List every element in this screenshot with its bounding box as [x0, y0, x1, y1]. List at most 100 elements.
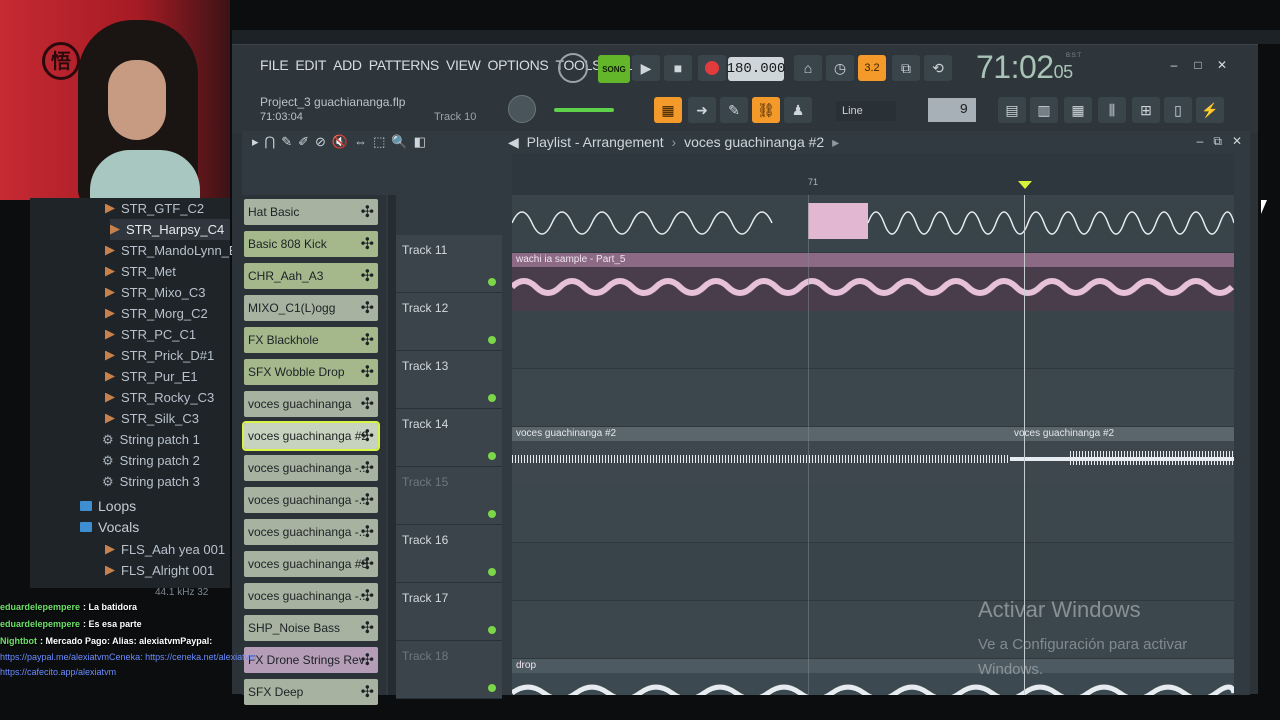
hint-button[interactable]: ♟	[784, 97, 812, 123]
browser-item[interactable]: ⚙ String patch 1	[102, 429, 200, 450]
track-header[interactable]: Track 13	[396, 351, 502, 409]
move-icon[interactable]: ✣	[361, 650, 374, 670]
track-header[interactable]: Track 15	[396, 467, 502, 525]
pattern-item[interactable]: CHR_Aah_A3 ✣	[244, 263, 378, 289]
playlist-minimize-button[interactable]: –	[1197, 134, 1204, 149]
browser-button[interactable]: ⊞	[1132, 97, 1160, 123]
pattern-item[interactable]: Hat Basic ✣	[244, 199, 378, 225]
playlist-maximize-button[interactable]: ⧉	[1213, 134, 1222, 149]
menu-edit[interactable]: EDIT	[295, 57, 326, 73]
magnet-icon[interactable]: ⋂	[265, 134, 276, 150]
move-icon[interactable]: ✣	[361, 554, 374, 574]
track-enable-icon[interactable]	[488, 510, 496, 518]
move-icon[interactable]: ✣	[361, 426, 374, 446]
browser-item[interactable]: ⚙ String patch 2	[102, 450, 200, 471]
browser-item[interactable]: STR_Rocky_C3	[105, 387, 214, 408]
step-edit-button[interactable]: ⧉	[892, 55, 920, 81]
master-volume-slider[interactable]	[554, 108, 614, 112]
clip-voces-2[interactable]: voces guachinanga #2	[1010, 427, 1234, 485]
pattern-song-knob-icon[interactable]	[558, 53, 588, 83]
chat-link[interactable]: https://paypal.me/alexiatvmCeneka: https…	[0, 649, 340, 664]
move-icon[interactable]: ✣	[361, 490, 374, 510]
menu-options[interactable]: OPTIONS	[488, 57, 549, 73]
track-enable-icon[interactable]	[488, 336, 496, 344]
pattern-item[interactable]: MIXO_C1(L)ogg ✣	[244, 295, 378, 321]
clip-voces-1[interactable]: voces guachinanga #2	[512, 427, 1010, 485]
browser-item[interactable]: STR_Met	[105, 261, 176, 282]
move-icon[interactable]: ✣	[361, 522, 374, 542]
browser-item[interactable]: Vocals	[80, 516, 139, 537]
slip-icon[interactable]: ⇔	[354, 134, 367, 150]
song-mode-button[interactable]: SONG	[598, 55, 630, 83]
move-icon[interactable]: ✣	[361, 234, 374, 254]
browser-item[interactable]: STR_Silk_C3	[105, 408, 199, 429]
pattern-item[interactable]: voces guachinanga #2 ✣	[242, 421, 380, 451]
playback-icon[interactable]: ◧	[414, 134, 426, 150]
browser-item[interactable]: STR_GTF_C2	[105, 198, 204, 219]
chat-link[interactable]: https://cafecito.app/alexiatvm	[0, 664, 340, 679]
track-header[interactable]: Track 14	[396, 409, 502, 467]
mixer-button[interactable]: ⫼	[1098, 97, 1126, 123]
track-header[interactable]: Track 12	[396, 293, 502, 351]
pattern-item[interactable]: FX Blackhole ✣	[244, 327, 378, 353]
browser-item[interactable]: STR_Pur_E1	[105, 366, 198, 387]
track-header[interactable]: Track 11	[396, 235, 502, 293]
typing-keyboard-button[interactable]: ▦	[654, 97, 682, 123]
move-icon[interactable]: ✣	[361, 682, 374, 702]
browser-item[interactable]: STR_Prick_D#1	[105, 345, 214, 366]
pattern-item[interactable]: voces guachinanga -... ✣	[244, 487, 378, 513]
move-icon[interactable]: ✣	[361, 618, 374, 638]
browser-item[interactable]: STR_Harpsy_C4	[110, 219, 230, 240]
master-pitch-knob[interactable]	[508, 95, 536, 123]
track-enable-icon[interactable]	[488, 684, 496, 692]
plugin-button[interactable]: ⚡	[1196, 97, 1224, 123]
pattern-item[interactable]: voces guachinanga ✣	[244, 391, 378, 417]
pattern-item[interactable]: Basic 808 Kick ✣	[244, 231, 378, 257]
clip-wachi[interactable]: wachi ia sample - Part_5	[512, 253, 1234, 311]
minimize-button[interactable]: –	[1166, 57, 1182, 73]
browser-item[interactable]: FLS_Aah yea 001	[105, 539, 225, 560]
move-icon[interactable]: ✣	[361, 202, 374, 222]
delete-icon[interactable]: ⊘	[315, 134, 326, 150]
paint-icon[interactable]: ✐	[298, 134, 309, 150]
track-enable-icon[interactable]	[488, 278, 496, 286]
track-header[interactable]: Track 16	[396, 525, 502, 583]
track-header[interactable]: Track 17	[396, 583, 502, 641]
mute-icon[interactable]: 🔇	[332, 134, 348, 150]
tempo-display[interactable]: 180.000	[727, 57, 785, 81]
move-icon[interactable]: ✣	[361, 298, 374, 318]
close-button[interactable]: ✕	[1214, 57, 1230, 73]
move-icon[interactable]: ✣	[361, 330, 374, 350]
pattern-scrollbar[interactable]	[388, 195, 396, 695]
pattern-item[interactable]: SFX Deep ✣	[244, 679, 378, 705]
browser-item[interactable]: STR_PC_C1	[105, 324, 196, 345]
timeline-ruler[interactable]: 71	[512, 153, 1234, 195]
browser-item[interactable]: ⚙ String patch 3	[102, 471, 200, 492]
wait-input-button[interactable]: ◷	[826, 55, 854, 81]
browser-item[interactable]: FLS_Alright 001	[105, 560, 214, 581]
move-icon[interactable]: ✣	[361, 586, 374, 606]
project-button[interactable]: ▯	[1164, 97, 1192, 123]
piano-roll-button[interactable]: ▥	[1030, 97, 1058, 123]
track-enable-icon[interactable]	[488, 452, 496, 460]
track-enable-icon[interactable]	[488, 626, 496, 634]
link-button[interactable]: ⛓	[752, 97, 780, 123]
channel-rack-button[interactable]: ▦	[1064, 97, 1092, 123]
playlist-view-button[interactable]: ▤	[998, 97, 1026, 123]
browser-item[interactable]: STR_Mixo_C3	[105, 282, 206, 303]
zoom-icon[interactable]: 🔍	[391, 134, 407, 150]
track-enable-icon[interactable]	[488, 394, 496, 402]
playback-marker[interactable]	[1018, 181, 1032, 189]
metronome-button[interactable]: ⌂	[794, 55, 822, 81]
pattern-item[interactable]: voces guachinanga #3 ✣	[244, 551, 378, 577]
draw-button[interactable]: ✎	[720, 97, 748, 123]
record-button[interactable]	[698, 55, 726, 81]
countdown-button[interactable]: 3.2	[858, 55, 886, 81]
pencil-icon[interactable]: ✎	[281, 134, 292, 150]
pattern-item[interactable]: voces guachinanga -... ✣	[244, 519, 378, 545]
menu-view[interactable]: VIEW	[446, 57, 481, 73]
playlist-close-button[interactable]: ✕	[1232, 134, 1242, 149]
chevron-left-icon[interactable]: ◀	[508, 134, 519, 150]
move-icon[interactable]: ✣	[361, 266, 374, 286]
browser-item[interactable]: STR_MandoLynn_B2	[105, 240, 245, 261]
